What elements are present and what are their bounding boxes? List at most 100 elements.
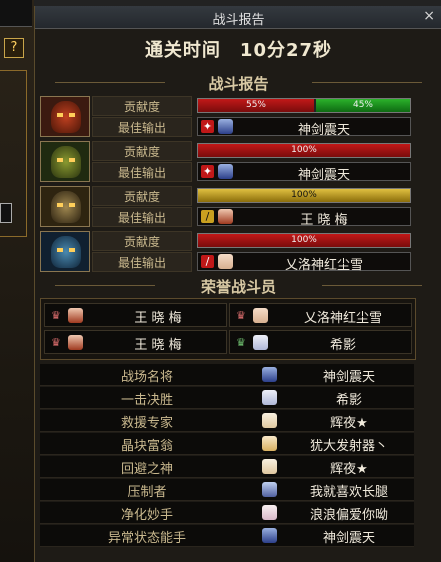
- best-output-label: 最佳输出: [92, 162, 192, 182]
- player-face-icon: [262, 459, 277, 474]
- honor-members-box: ♛ 王 晓 梅 ♛ 乂洛神红尘雪 ♛ 王 晓 梅 ♛ 希影: [40, 298, 416, 360]
- contribution-segment: 55%: [198, 99, 314, 112]
- player-face-icon: [253, 308, 268, 323]
- player-face-icon: [68, 308, 83, 323]
- award-row: 晶块富翁 犹大发射器丶: [40, 433, 414, 455]
- divider-left: [55, 82, 165, 83]
- player-face-icon: [68, 335, 83, 350]
- gold-slash-icon: /: [201, 210, 214, 223]
- honor-member: ♛ 乂洛神红尘雪: [229, 303, 412, 327]
- award-player: 辉夜★: [330, 462, 368, 477]
- team-avatar-gold-mask-icon: [40, 186, 90, 227]
- award-player: 浪浪偏爱你呦: [309, 508, 388, 523]
- player-face-icon: [262, 367, 277, 382]
- award-player: 犹大发射器丶: [309, 439, 388, 454]
- award-row: 救援专家 辉夜★: [40, 410, 414, 432]
- player-face-icon: [253, 335, 268, 350]
- crown-icon: ♛: [51, 309, 61, 322]
- player-face-icon: [262, 413, 277, 428]
- divider-left: [55, 285, 155, 286]
- player-face-icon: [218, 254, 233, 269]
- best-output-label: 最佳输出: [92, 117, 192, 137]
- award-row: 回避之神 辉夜★: [40, 456, 414, 478]
- contribution-segment: 45%: [316, 99, 410, 112]
- contribution-label: 贡献度: [92, 141, 192, 161]
- player-face-icon: [218, 119, 233, 134]
- honor-member: ♛ 王 晓 梅: [44, 303, 227, 327]
- best-player-name: 王 晓 梅: [300, 213, 348, 228]
- section-title-report: 战斗报告: [35, 73, 441, 94]
- best-player-name: 神剑震天: [297, 123, 350, 138]
- honor-member-name: 乂洛神红尘雪: [303, 311, 382, 326]
- best-output-box: ✦ 神剑震天: [197, 117, 411, 138]
- contribution-label: 贡献度: [92, 186, 192, 206]
- award-title: 净化妙手: [120, 508, 173, 523]
- player-face-icon: [218, 209, 233, 224]
- player-face-icon: [262, 505, 277, 520]
- award-player: 辉夜★: [330, 416, 368, 431]
- player-face-icon: [262, 482, 277, 497]
- honor-member: ♛ 王 晓 梅: [44, 330, 227, 354]
- award-row: 净化妙手 浪浪偏爱你呦: [40, 502, 414, 524]
- best-output-label: 最佳输出: [92, 207, 192, 227]
- award-player: 神剑震天: [322, 531, 375, 546]
- contribution-bar: 55% 45%: [197, 98, 411, 113]
- contribution-segment: 100%: [198, 144, 410, 157]
- award-row: 压制者 我就喜欢长腿: [40, 479, 414, 501]
- team-row: 贡献度 最佳输出 100% ✦ 神剑震天: [40, 141, 414, 183]
- title-bar: 战斗报告 ×: [35, 6, 441, 29]
- award-title: 战场名将: [120, 370, 173, 385]
- contribution-label: 贡献度: [92, 231, 192, 251]
- player-face-icon: [262, 436, 277, 451]
- team-row: 贡献度 最佳输出 55% 45% ✦ 神剑震天: [40, 96, 414, 138]
- contribution-bar: 100%: [197, 233, 411, 248]
- award-row: 异常状态能手 神剑震天: [40, 525, 414, 547]
- award-title: 救援专家: [120, 416, 173, 431]
- best-player-name: 乂洛神红尘雪: [284, 258, 363, 273]
- award-title: 一击决胜: [120, 393, 173, 408]
- crown-icon: ♛: [236, 336, 246, 349]
- battle-report-window: 战斗报告 × 通关时间 10分27秒 战斗报告 贡献度 最佳输出 55% 45%…: [34, 6, 441, 562]
- red-claw-icon: ✦: [201, 165, 214, 178]
- help-button[interactable]: ?: [4, 38, 24, 58]
- contribution-bar: 100%: [197, 188, 411, 203]
- player-face-icon: [262, 528, 277, 543]
- awards-list: 战场名将 神剑震天 一击决胜 希影 救援专家 辉夜★ 晶块富翁 犹大发射器丶 回…: [40, 364, 414, 554]
- award-row: 战场名将 神剑震天: [40, 364, 414, 386]
- player-face-icon: [262, 390, 277, 405]
- player-face-icon: [218, 164, 233, 179]
- team-row: 贡献度 最佳输出 100% / 乂洛神红尘雪: [40, 231, 414, 273]
- team-avatar-green-mask-icon: [40, 141, 90, 182]
- close-icon[interactable]: ×: [423, 8, 435, 24]
- section-title-honor-text: 荣誉战斗员: [200, 278, 276, 296]
- award-row: 一击决胜 希影: [40, 387, 414, 409]
- contribution-label: 贡献度: [92, 96, 192, 116]
- divider-right: [322, 285, 422, 286]
- award-player: 我就喜欢长腿: [309, 485, 388, 500]
- red-claw-icon: ✦: [201, 120, 214, 133]
- best-output-label: 最佳输出: [92, 252, 192, 272]
- best-output-box: ✦ 神剑震天: [197, 162, 411, 183]
- section-title-honor: 荣誉战斗员: [35, 276, 441, 297]
- clear-time: 通关时间 10分27秒: [144, 40, 333, 61]
- section-title-report-text: 战斗报告: [208, 75, 269, 93]
- award-title: 回避之神: [120, 462, 173, 477]
- honor-member: ♛ 希影: [229, 330, 412, 354]
- crown-icon: ♛: [51, 336, 61, 349]
- background-input-field: [0, 203, 12, 223]
- divider-right: [312, 82, 422, 83]
- award-player: 希影: [335, 393, 362, 408]
- window-title: 战斗报告: [212, 13, 265, 28]
- honor-member-name: 希影: [329, 338, 356, 353]
- contribution-segment: 100%: [198, 189, 410, 202]
- award-title: 异常状态能手: [107, 531, 186, 546]
- crown-icon: ♛: [236, 309, 246, 322]
- contribution-segment: 100%: [198, 234, 410, 247]
- best-player-name: 神剑震天: [297, 168, 350, 183]
- team-avatar-red-mask-icon: [40, 96, 90, 137]
- award-title: 晶块富翁: [120, 439, 173, 454]
- honor-member-name: 王 晓 梅: [134, 338, 182, 353]
- team-row: 贡献度 最佳输出 100% / 王 晓 梅: [40, 186, 414, 228]
- contribution-bar: 100%: [197, 143, 411, 158]
- red-slash-icon: /: [201, 255, 214, 268]
